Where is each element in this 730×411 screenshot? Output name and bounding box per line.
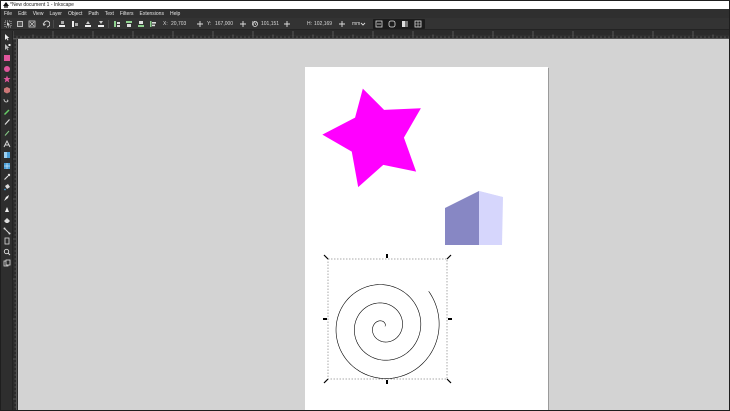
menu-path[interactable]: Path [88, 11, 98, 17]
raise-to-top-icon[interactable] [84, 20, 92, 28]
rect-icon[interactable] [3, 54, 11, 62]
w-label: W: [252, 21, 259, 27]
handle-top [386, 254, 388, 258]
w-stepper-icon[interactable] [283, 20, 291, 28]
calligraphy-icon[interactable] [3, 129, 11, 137]
menu-bar: File Edit View Layer Object Path Text Fi… [1, 9, 729, 18]
menu-file[interactable]: File [4, 11, 12, 17]
align-bottom-icon[interactable] [137, 20, 145, 28]
w-value-field[interactable]: 101,151 [261, 19, 279, 29]
zoom-icon[interactable] [3, 248, 11, 256]
window-title: *New document 1 - Inkscape [10, 2, 74, 8]
flip-vertical-icon[interactable] [71, 20, 79, 28]
chevron-down-icon[interactable] [359, 20, 367, 28]
toolbar-separator [108, 20, 109, 28]
menu-extensions[interactable]: Extensions [140, 11, 164, 17]
gradient-icon[interactable] [3, 151, 11, 159]
selection-bbox [327, 258, 448, 380]
vertical-ruler[interactable] [13, 39, 17, 410]
inkscape-app-icon [3, 2, 9, 8]
3d-box-shape[interactable] [445, 191, 503, 245]
menu-help[interactable]: Help [170, 11, 180, 17]
handle-top-left [323, 254, 329, 260]
raise-icon[interactable] [113, 20, 121, 28]
menu-object[interactable]: Object [68, 11, 82, 17]
menu-edit[interactable]: Edit [18, 11, 27, 17]
title-bar: *New document 1 - Inkscape [1, 1, 729, 9]
move-pattern-icon[interactable] [414, 20, 422, 28]
handle-bottom [386, 380, 388, 384]
rotate-icon[interactable] [42, 20, 50, 28]
x-stepper-icon[interactable] [196, 20, 204, 28]
menu-view[interactable]: View [33, 11, 44, 17]
connector-icon[interactable] [3, 227, 11, 235]
canvas[interactable] [18, 39, 729, 410]
toolbox [1, 31, 13, 410]
x-label: X: [163, 21, 168, 27]
handle-left [323, 318, 327, 320]
3dbox-icon[interactable] [3, 86, 11, 94]
x-value-field[interactable]: 20,703 [171, 19, 186, 29]
lower-icon[interactable] [97, 20, 105, 28]
menu-layer[interactable]: Layer [49, 11, 62, 17]
node-icon[interactable] [3, 43, 11, 51]
deselect-icon[interactable] [28, 20, 36, 28]
handle-bottom-right [446, 378, 452, 384]
star-shape[interactable] [314, 75, 437, 192]
selector-icon[interactable] [3, 33, 11, 41]
h-label: H: [307, 21, 312, 27]
scale-stroke-icon[interactable] [375, 20, 383, 28]
measure-icon[interactable] [3, 237, 11, 245]
mesh-icon[interactable] [3, 162, 11, 170]
select-all-icon[interactable] [4, 20, 12, 28]
paint-bucket-icon[interactable] [3, 183, 11, 191]
flip-horizontal-icon[interactable] [58, 20, 66, 28]
inkscape-window: *New document 1 - Inkscape File Edit Vie… [1, 1, 729, 410]
h-stepper-icon[interactable] [338, 20, 346, 28]
selection-handles[interactable] [323, 254, 452, 384]
spray-icon[interactable] [3, 205, 11, 213]
spiral-icon[interactable] [3, 96, 11, 104]
pen-icon[interactable] [3, 118, 11, 126]
horizontal-ruler[interactable] [13, 31, 729, 39]
menu-filters[interactable]: Filters [120, 11, 134, 17]
align-left-icon[interactable] [149, 20, 157, 28]
h-value-field[interactable]: 102,169 [314, 19, 332, 29]
menu-text[interactable]: Text [105, 11, 114, 17]
lower-to-bottom-icon[interactable] [125, 20, 133, 28]
circle-icon[interactable] [3, 65, 11, 73]
dropper-icon[interactable] [3, 173, 11, 181]
tool-controls-bar: X: 20,703 Y: 167,000 W: 101,151 H: 102,1… [1, 18, 729, 30]
eraser-icon[interactable] [3, 216, 11, 224]
select-all-layers-icon[interactable] [16, 20, 24, 28]
text-icon[interactable] [3, 140, 11, 148]
y-value-field[interactable]: 167,000 [215, 19, 233, 29]
handle-right [448, 318, 452, 320]
spiral-shape[interactable] [335, 284, 440, 379]
pages-icon[interactable] [3, 259, 11, 267]
scale-corners-icon[interactable] [388, 20, 396, 28]
toolbar-separator [53, 20, 54, 28]
handle-top-right [446, 254, 452, 260]
move-gradient-icon[interactable] [401, 20, 409, 28]
tweak-icon[interactable] [3, 194, 11, 202]
pencil-icon[interactable] [3, 108, 11, 116]
star-icon[interactable] [3, 75, 11, 83]
handle-bottom-left [323, 378, 329, 384]
drawing-layer [314, 75, 503, 384]
y-stepper-icon[interactable] [239, 20, 247, 28]
y-label: Y: [207, 21, 212, 27]
